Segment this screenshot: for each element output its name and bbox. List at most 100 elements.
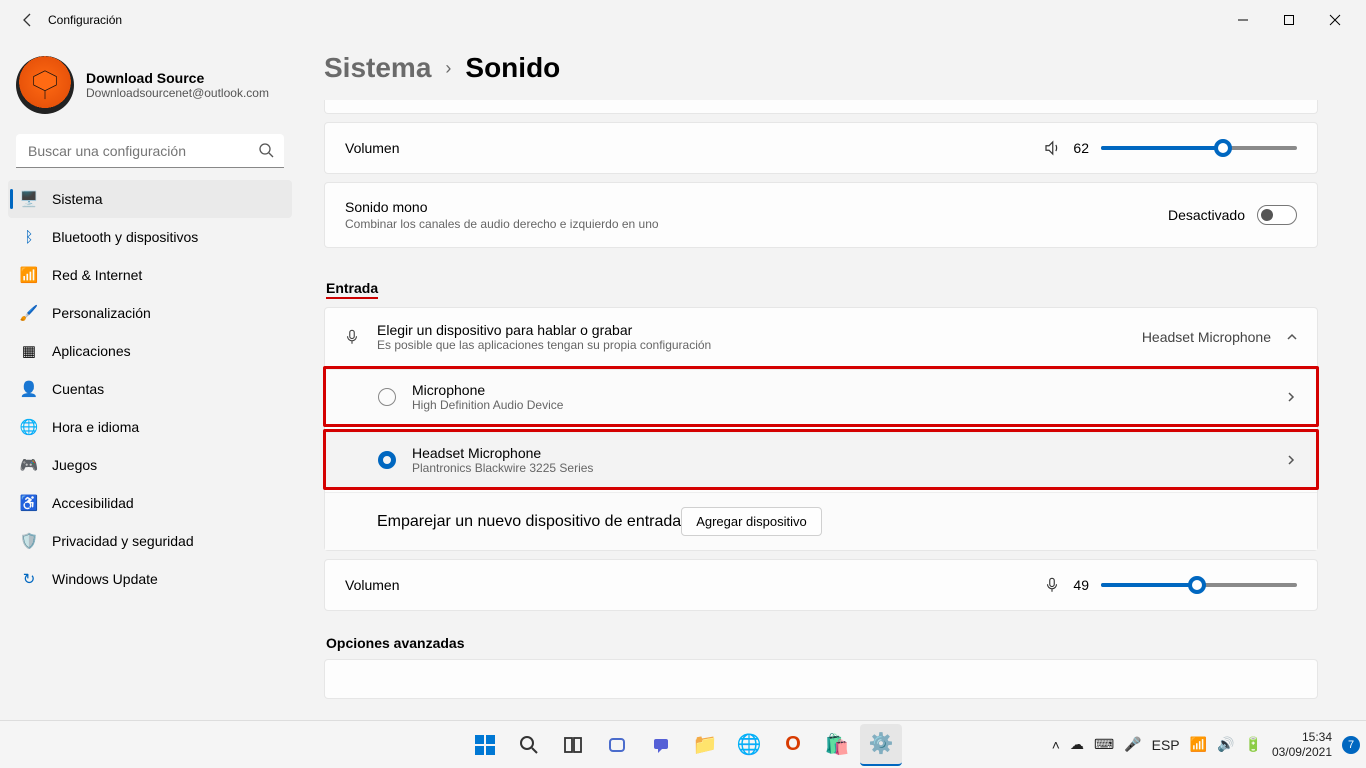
sidebar: Download Source Downloadsourcenet@outloo… bbox=[0, 40, 300, 720]
apps-icon: ▦ bbox=[20, 342, 38, 360]
globe-icon: 🌐 bbox=[20, 418, 38, 436]
input-chooser-sub: Es posible que las aplicaciones tengan s… bbox=[377, 338, 711, 352]
chevron-right-icon: › bbox=[445, 58, 451, 79]
search-input[interactable] bbox=[16, 134, 284, 168]
output-volume-control[interactable]: 62 bbox=[1043, 139, 1297, 157]
wifi-tray-icon[interactable]: 📶 bbox=[1190, 736, 1207, 753]
microphone-icon[interactable] bbox=[1043, 576, 1061, 594]
mono-state-label: Desactivado bbox=[1168, 207, 1245, 223]
profile-name: Download Source bbox=[86, 70, 269, 86]
output-volume-label: Volumen bbox=[345, 140, 399, 156]
nav-network[interactable]: 📶Red & Internet bbox=[8, 256, 292, 294]
speaker-icon[interactable] bbox=[1043, 139, 1061, 157]
input-volume-slider[interactable] bbox=[1101, 583, 1297, 587]
language-indicator[interactable]: ESP bbox=[1152, 737, 1180, 753]
chevron-up-icon bbox=[1285, 330, 1299, 344]
radio-selected[interactable] bbox=[378, 451, 396, 469]
input-volume-value: 49 bbox=[1073, 577, 1089, 593]
mono-toggle[interactable] bbox=[1257, 205, 1297, 225]
file-explorer[interactable]: 📁 bbox=[684, 724, 726, 766]
clock[interactable]: 15:34 03/09/2021 bbox=[1272, 730, 1332, 759]
onedrive-icon[interactable]: ☁ bbox=[1070, 736, 1084, 753]
output-volume-slider[interactable] bbox=[1101, 146, 1297, 150]
device-sub: High Definition Audio Device bbox=[412, 398, 563, 412]
close-button[interactable] bbox=[1312, 0, 1358, 40]
breadcrumb-parent[interactable]: Sistema bbox=[324, 52, 431, 84]
minimize-button[interactable] bbox=[1220, 0, 1266, 40]
card-stub-top bbox=[324, 100, 1318, 114]
sync-icon: ↻ bbox=[20, 570, 38, 588]
system-tray: ˄ ☁ ⌨ 🎤 ESP 📶 🔊 🔋 15:34 03/09/2021 7 bbox=[1052, 730, 1366, 759]
microsoft-store[interactable]: 🛍️ bbox=[816, 724, 858, 766]
device-name: Headset Microphone bbox=[412, 445, 593, 461]
input-device-card: Elegir un dispositivo para hablar o grab… bbox=[324, 307, 1318, 551]
notification-badge[interactable]: 7 bbox=[1342, 736, 1360, 754]
main-content: Sistema › Sonido Volumen 62 bbox=[300, 40, 1366, 720]
output-volume-card: Volumen 62 bbox=[324, 122, 1318, 174]
profile-block[interactable]: Download Source Downloadsourcenet@outloo… bbox=[8, 48, 292, 130]
nav-sistema[interactable]: 🖥️Sistema bbox=[8, 180, 292, 218]
breadcrumb: Sistema › Sonido bbox=[324, 52, 1318, 84]
advanced-card-stub[interactable] bbox=[324, 659, 1318, 699]
volume-tray-icon[interactable]: 🔊 bbox=[1217, 736, 1234, 753]
nav-privacy[interactable]: 🛡️Privacidad y seguridad bbox=[8, 522, 292, 560]
gamepad-icon: 🎮 bbox=[20, 456, 38, 474]
input-device-row-headset[interactable]: Headset Microphone Plantronics Blackwire… bbox=[326, 432, 1316, 487]
nav-windows-update[interactable]: ↻Windows Update bbox=[8, 560, 292, 598]
accessibility-icon: ♿ bbox=[20, 494, 38, 512]
maximize-button[interactable] bbox=[1266, 0, 1312, 40]
person-icon: 👤 bbox=[20, 380, 38, 398]
mono-title: Sonido mono bbox=[345, 199, 659, 215]
search-icon bbox=[258, 142, 274, 158]
input-device-row-microphone[interactable]: Microphone High Definition Audio Device bbox=[326, 369, 1316, 424]
nav-accessibility[interactable]: ♿Accesibilidad bbox=[8, 484, 292, 522]
nav-time-lang[interactable]: 🌐Hora e idioma bbox=[8, 408, 292, 446]
tray-overflow[interactable]: ˄ bbox=[1052, 737, 1060, 753]
nav-gaming[interactable]: 🎮Juegos bbox=[8, 446, 292, 484]
settings-app[interactable]: ⚙️ bbox=[860, 724, 902, 766]
avatar bbox=[16, 56, 74, 114]
chevron-right-icon[interactable] bbox=[1284, 390, 1298, 404]
profile-email: Downloadsourcenet@outlook.com bbox=[86, 86, 269, 100]
taskbar: 📁 🌐 O 🛍️ ⚙️ ˄ ☁ ⌨ 🎤 ESP 📶 🔊 🔋 15:34 03/0… bbox=[0, 720, 1366, 768]
start-button[interactable] bbox=[464, 724, 506, 766]
window-title: Configuración bbox=[48, 13, 122, 27]
output-volume-value: 62 bbox=[1073, 140, 1089, 156]
task-view[interactable] bbox=[552, 724, 594, 766]
nav-bluetooth[interactable]: ᛒBluetooth y dispositivos bbox=[8, 218, 292, 256]
taskbar-search[interactable] bbox=[508, 724, 550, 766]
nav-list: 🖥️Sistema ᛒBluetooth y dispositivos 📶Red… bbox=[8, 180, 292, 598]
search-box[interactable] bbox=[16, 134, 284, 168]
back-button[interactable] bbox=[8, 0, 48, 40]
microphone-icon bbox=[343, 328, 377, 346]
pair-device-row: Emparejar un nuevo dispositivo de entrad… bbox=[325, 492, 1317, 550]
add-device-button[interactable]: Agregar dispositivo bbox=[681, 507, 822, 536]
battery-tray-icon[interactable]: 🔋 bbox=[1245, 736, 1262, 753]
nav-accounts[interactable]: 👤Cuentas bbox=[8, 370, 292, 408]
chevron-right-icon[interactable] bbox=[1284, 453, 1298, 467]
display-icon: 🖥️ bbox=[20, 190, 38, 208]
microphone-tray-icon[interactable]: 🎤 bbox=[1124, 736, 1141, 753]
annotation-highlight: Microphone High Definition Audio Device bbox=[323, 366, 1319, 427]
nav-apps[interactable]: ▦Aplicaciones bbox=[8, 332, 292, 370]
radio-unselected[interactable] bbox=[378, 388, 396, 406]
clock-time: 15:34 bbox=[1272, 730, 1332, 744]
bluetooth-icon: ᛒ bbox=[20, 228, 38, 246]
wifi-icon: 📶 bbox=[20, 266, 38, 284]
chat[interactable] bbox=[640, 724, 682, 766]
nav-personalization[interactable]: 🖌️Personalización bbox=[8, 294, 292, 332]
keyboard-icon[interactable]: ⌨ bbox=[1094, 736, 1114, 753]
input-section-heading: Entrada bbox=[326, 280, 378, 299]
input-volume-label: Volumen bbox=[345, 577, 399, 593]
input-device-expander[interactable]: Elegir un dispositivo para hablar o grab… bbox=[325, 308, 1317, 366]
annotation-highlight: Headset Microphone Plantronics Blackwire… bbox=[323, 429, 1319, 490]
edge-browser[interactable]: 🌐 bbox=[728, 724, 770, 766]
input-volume-control[interactable]: 49 bbox=[1043, 576, 1297, 594]
clock-date: 03/09/2021 bbox=[1272, 745, 1332, 759]
brush-icon: 🖌️ bbox=[20, 304, 38, 322]
device-name: Microphone bbox=[412, 382, 563, 398]
office[interactable]: O bbox=[772, 724, 814, 766]
mono-sub: Combinar los canales de audio derecho e … bbox=[345, 217, 659, 231]
breadcrumb-current: Sonido bbox=[465, 52, 560, 84]
widgets[interactable] bbox=[596, 724, 638, 766]
